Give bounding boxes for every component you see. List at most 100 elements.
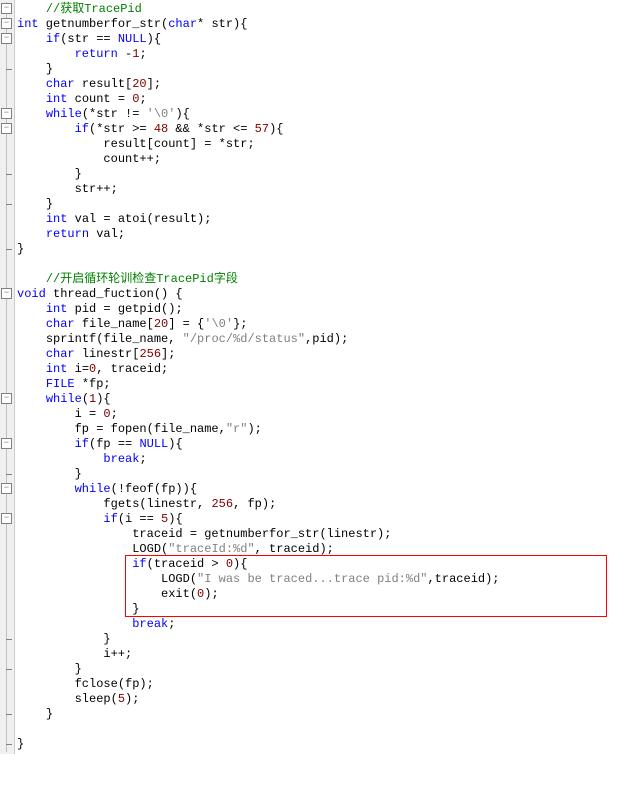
code-token: (*str >= xyxy=(89,122,154,136)
code-token: 48 xyxy=(154,122,168,136)
code-token: char xyxy=(46,77,75,91)
code-token: (fp == xyxy=(89,437,139,451)
code-token: while xyxy=(46,107,82,121)
fold-open-icon[interactable]: − xyxy=(1,483,12,494)
code-token: }; xyxy=(233,317,247,331)
code-line: } xyxy=(17,707,627,722)
code-token: void xyxy=(17,287,46,301)
fold-open-icon[interactable]: − xyxy=(1,513,12,524)
code-line: count++; xyxy=(17,152,627,167)
code-line: sleep(5); xyxy=(17,692,627,707)
code-token: 20 xyxy=(154,317,168,331)
code-token: 256 xyxy=(211,497,233,511)
code-token: while xyxy=(46,392,82,406)
code-line: char result[20]; xyxy=(17,77,627,92)
code-token: , traceid); xyxy=(255,542,334,556)
code-token: } xyxy=(17,242,24,256)
code-line: int getnumberfor_str(char* str){ xyxy=(17,17,627,32)
code-line: return -1; xyxy=(17,47,627,62)
code-token: int xyxy=(46,92,68,106)
code-token: 0 xyxy=(226,557,233,571)
code-token: '\0' xyxy=(204,317,233,331)
fold-open-icon[interactable]: − xyxy=(1,123,12,134)
fold-open-icon[interactable]: − xyxy=(1,18,12,29)
code-token: ){ xyxy=(233,557,247,571)
code-token: ,pid); xyxy=(305,332,348,346)
code-token: int xyxy=(46,302,68,316)
code-line: LOGD("traceId:%d", traceid); xyxy=(17,542,627,557)
code-line: void thread_fuction() { xyxy=(17,287,627,302)
code-line: result[count] = *str; xyxy=(17,137,627,152)
code-token: ){ xyxy=(96,392,110,406)
code-line: int count = 0; xyxy=(17,92,627,107)
code-line: } xyxy=(17,737,627,752)
code-token: linestr[ xyxy=(75,347,140,361)
code-token: return xyxy=(75,47,118,61)
code-token: ; xyxy=(168,617,175,631)
code-token: //获取TracePid xyxy=(46,2,142,16)
code-token: count++; xyxy=(103,152,161,166)
code-token: FILE xyxy=(46,377,75,391)
code-line: sprintf(file_name, "/proc/%d/status",pid… xyxy=(17,332,627,347)
fold-open-icon[interactable]: − xyxy=(1,288,12,299)
code-token: int xyxy=(46,362,68,376)
code-line: if(str == NULL){ xyxy=(17,32,627,47)
code-token: ); xyxy=(247,422,261,436)
code-line: if(traceid > 0){ xyxy=(17,557,627,572)
fold-end-marker xyxy=(6,204,12,205)
code-token: } xyxy=(132,602,139,616)
fold-open-icon[interactable]: − xyxy=(1,393,12,404)
fold-open-icon[interactable]: − xyxy=(1,438,12,449)
code-line: traceid = getnumberfor_str(linestr); xyxy=(17,527,627,542)
code-token: "/proc/%d/status" xyxy=(183,332,305,346)
code-token: , fp); xyxy=(233,497,276,511)
code-token: ; xyxy=(139,92,146,106)
code-token: (!feof(fp)){ xyxy=(111,482,197,496)
code-token: } xyxy=(46,62,53,76)
code-token: ( xyxy=(82,392,89,406)
code-line: char linestr[256]; xyxy=(17,347,627,362)
code-token: exit( xyxy=(161,587,197,601)
code-token: LOGD( xyxy=(132,542,168,556)
fold-end-marker xyxy=(6,249,12,250)
code-token: result[ xyxy=(75,77,133,91)
code-token: fp = fopen(file_name, xyxy=(75,422,226,436)
code-token: str++; xyxy=(75,182,118,196)
code-line: } xyxy=(17,662,627,677)
code-line: break; xyxy=(17,617,627,632)
fold-open-icon[interactable]: − xyxy=(1,3,12,14)
code-token: thread_fuction() { xyxy=(46,287,183,301)
code-token: int xyxy=(46,212,68,226)
code-token: if xyxy=(46,32,60,46)
code-line: while(1){ xyxy=(17,392,627,407)
code-area: //获取TracePidint getnumberfor_str(char* s… xyxy=(15,0,627,754)
code-token: NULL xyxy=(139,437,168,451)
code-line: } xyxy=(17,62,627,77)
code-line: int val = atoi(result); xyxy=(17,212,627,227)
code-token: } xyxy=(46,707,53,721)
code-token: while xyxy=(75,482,111,496)
code-token: i++; xyxy=(103,647,132,661)
code-token: ){ xyxy=(168,437,182,451)
code-token: if xyxy=(75,122,89,136)
code-token: count = xyxy=(67,92,132,106)
code-token: traceid = getnumberfor_str(linestr); xyxy=(132,527,391,541)
code-token: return xyxy=(46,227,89,241)
code-token: (*str != xyxy=(82,107,147,121)
code-token: if xyxy=(103,512,117,526)
code-line: str++; xyxy=(17,182,627,197)
code-line: while(*str != '\0'){ xyxy=(17,107,627,122)
code-line: if(*str >= 48 && *str <= 57){ xyxy=(17,122,627,137)
code-token: (traceid > xyxy=(147,557,226,571)
fold-end-marker xyxy=(6,714,12,715)
code-token: char xyxy=(46,317,75,331)
code-line: fgets(linestr, 256, fp); xyxy=(17,497,627,512)
fold-end-marker xyxy=(6,474,12,475)
fold-end-marker xyxy=(6,69,12,70)
code-token: (str == xyxy=(60,32,118,46)
fold-open-icon[interactable]: − xyxy=(1,108,12,119)
code-token: *fp; xyxy=(75,377,111,391)
fold-end-marker xyxy=(6,744,12,745)
fold-open-icon[interactable]: − xyxy=(1,33,12,44)
code-token: '\0' xyxy=(147,107,176,121)
